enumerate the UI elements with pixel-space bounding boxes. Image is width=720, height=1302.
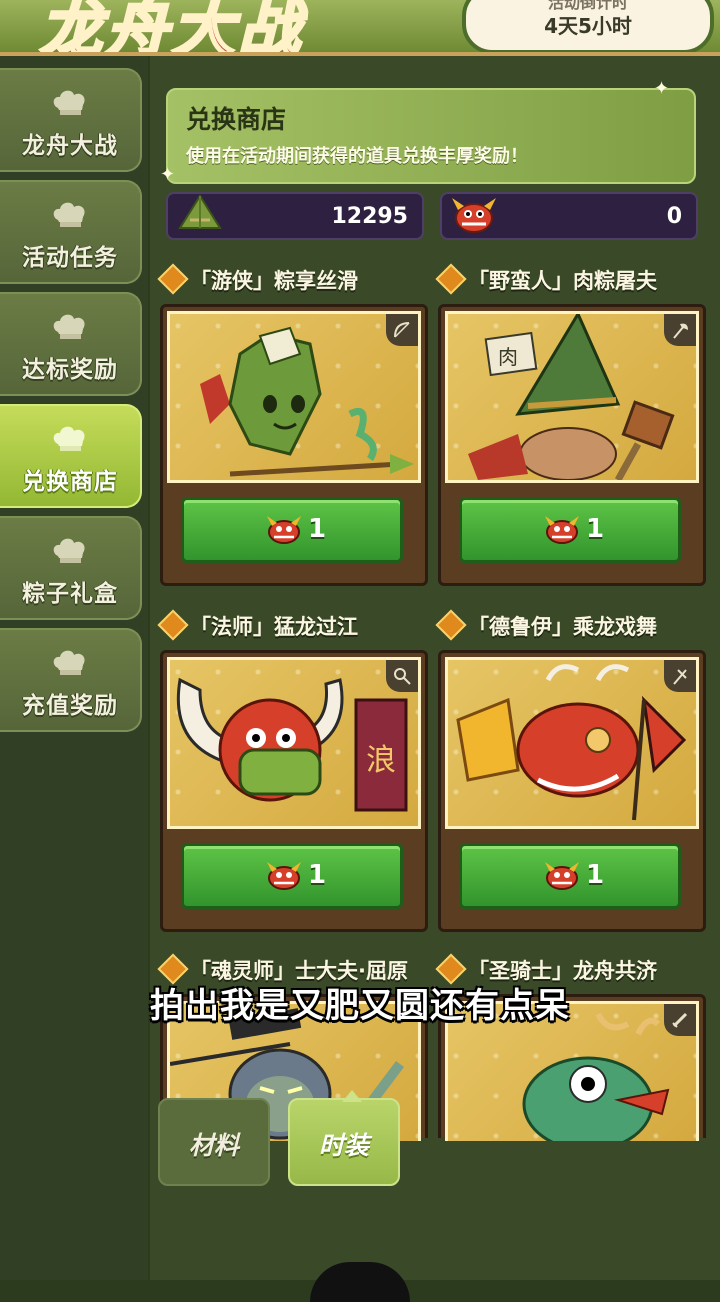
sidebar-item-label: 活动任务 bbox=[22, 245, 118, 271]
staff-icon bbox=[394, 668, 411, 685]
shop-item-card: 1 bbox=[438, 650, 706, 932]
chef-hat-icon bbox=[53, 650, 85, 675]
price-value: 1 bbox=[308, 860, 327, 890]
countdown-value: 4天5小时 bbox=[544, 14, 632, 38]
dragon-head-icon bbox=[267, 516, 301, 544]
sparkle-icon: ✦ bbox=[160, 164, 176, 185]
item-name: 「法师」猛龙过江 bbox=[190, 615, 358, 639]
item-preview-image[interactable]: 浪 bbox=[167, 657, 421, 829]
item-title: 「法师」猛龙过江 bbox=[157, 609, 358, 642]
price-value: 1 bbox=[586, 514, 605, 544]
item-title: 「游侠」粽享丝滑 bbox=[157, 263, 358, 296]
chef-hat-icon bbox=[53, 90, 85, 115]
exchange-button[interactable]: 1 bbox=[459, 843, 681, 909]
chef-hat-icon bbox=[53, 426, 85, 451]
sidebar-item-zongzi-gift-box[interactable]: 粽子礼盒 bbox=[0, 516, 142, 620]
shop-item-card: 1 bbox=[160, 304, 428, 586]
meat-sign-text: 肉 bbox=[498, 345, 518, 369]
exchange-button[interactable]: 1 bbox=[459, 497, 681, 563]
sidebar-item-label: 粽子礼盒 bbox=[22, 581, 118, 607]
dragon-druid-illustration bbox=[456, 664, 687, 821]
video-subtitle: 拍出我是又肥又圆还有点呆 bbox=[150, 986, 570, 1026]
sidebar-item-dragon-boat-battle[interactable]: 龙舟大战 bbox=[0, 68, 142, 172]
zongzi-barbarian-illustration: 肉 bbox=[468, 314, 675, 480]
item-name: 「游侠」粽享丝滑 bbox=[190, 269, 358, 293]
tab-materials[interactable]: 材料 bbox=[158, 1098, 270, 1186]
diamond-icon bbox=[157, 263, 189, 295]
dragon-head-icon bbox=[545, 862, 579, 890]
event-banner: 龙舟大战 活动倒计时 4天5小时 bbox=[0, 0, 720, 56]
banner-char-text: 浪 bbox=[366, 743, 396, 778]
shop-panel: 兑换商店 使用在活动期间获得的道具兑换丰厚奖励！ ✦ ✦ 12295 0 「游侠… bbox=[150, 56, 720, 1280]
class-badge bbox=[386, 660, 418, 692]
countdown-box: 活动倒计时 4天5小时 bbox=[462, 0, 714, 52]
countdown-label: 活动倒计时 bbox=[547, 0, 628, 12]
sidebar-item-label: 充值奖励 bbox=[22, 693, 118, 719]
currency-value: 12295 bbox=[331, 204, 408, 229]
exchange-button[interactable]: 1 bbox=[181, 497, 403, 563]
item-preview-image[interactable]: 肉 bbox=[445, 311, 699, 483]
zongzi-ranger-illustration bbox=[200, 326, 414, 477]
tab-label: 材料 bbox=[188, 1131, 239, 1160]
class-badge bbox=[664, 660, 696, 692]
dragon-head-icon bbox=[545, 516, 579, 544]
axe-icon bbox=[673, 323, 688, 339]
diamond-icon bbox=[435, 609, 467, 641]
shop-title: 兑换商店 bbox=[186, 105, 287, 134]
dragon-head-icon bbox=[267, 862, 301, 890]
sidebar-item-milestone-rewards[interactable]: 达标奖励 bbox=[0, 292, 142, 396]
currency-dragon-token: 0 bbox=[440, 192, 698, 240]
currency-zongzi: 12295 bbox=[166, 192, 424, 240]
price-value: 1 bbox=[308, 514, 327, 544]
sidebar-item-exchange-shop[interactable]: 兑换商店 bbox=[0, 404, 142, 508]
shop-description: 使用在活动期间获得的道具兑换丰厚奖励！ bbox=[186, 146, 528, 167]
sidebar-item-label: 兑换商店 bbox=[22, 469, 118, 495]
event-title: 龙舟大战 bbox=[38, 0, 305, 56]
tab-costumes[interactable]: 时装 bbox=[288, 1090, 400, 1186]
class-badge bbox=[386, 314, 418, 346]
item-title: 「野蛮人」肉粽屠夫 bbox=[435, 263, 657, 296]
sidebar-item-label: 龙舟大战 bbox=[22, 133, 118, 159]
sparkle-icon: ✦ bbox=[654, 78, 670, 99]
chef-hat-icon bbox=[53, 314, 85, 339]
item-title: 「德鲁伊」乘龙戏舞 bbox=[435, 609, 657, 642]
diamond-icon bbox=[435, 263, 467, 295]
sidebar-item-event-tasks[interactable]: 活动任务 bbox=[0, 180, 142, 284]
sidebar: 龙舟大战 活动任务 达标奖励 兑换商店 粽子礼盒 充值奖励 bbox=[0, 56, 148, 1280]
shop-header: 兑换商店 使用在活动期间获得的道具兑换丰厚奖励！ bbox=[166, 88, 696, 184]
chef-hat-icon bbox=[53, 202, 85, 227]
chef-hat-icon bbox=[53, 538, 85, 563]
exchange-button[interactable]: 1 bbox=[181, 843, 403, 909]
tab-label: 时装 bbox=[318, 1131, 369, 1160]
currency-value: 0 bbox=[666, 204, 682, 229]
bow-icon bbox=[394, 322, 410, 338]
shop-item-card: 浪 1 bbox=[160, 650, 428, 932]
diamond-icon bbox=[157, 609, 189, 641]
zongzi-icon bbox=[178, 194, 222, 229]
claw-icon bbox=[673, 669, 687, 685]
sidebar-item-label: 达标奖励 bbox=[22, 357, 118, 383]
price-value: 1 bbox=[586, 860, 605, 890]
item-preview-image[interactable] bbox=[445, 657, 699, 829]
item-name: 「野蛮人」肉粽屠夫 bbox=[468, 269, 657, 293]
sidebar-item-recharge-rewards[interactable]: 充值奖励 bbox=[0, 628, 142, 732]
chevron-up-icon bbox=[342, 1090, 362, 1102]
class-badge bbox=[664, 314, 696, 346]
dragon-mage-illustration: 浪 bbox=[176, 677, 408, 812]
item-name: 「德鲁伊」乘龙戏舞 bbox=[468, 615, 657, 639]
shop-item-card: 肉 1 bbox=[438, 304, 706, 586]
item-preview-image[interactable] bbox=[167, 311, 421, 483]
dragon-head-icon bbox=[452, 198, 496, 233]
